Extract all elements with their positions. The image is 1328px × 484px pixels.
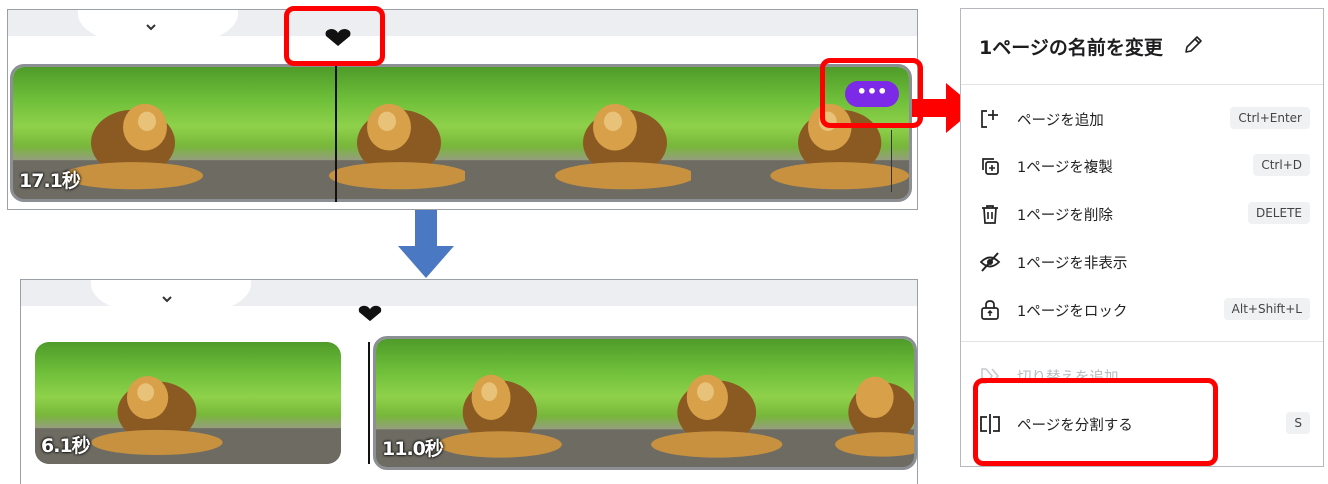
add-page-icon [981, 110, 998, 128]
duration-label: 11.0秒 [382, 438, 444, 460]
shortcut-badge: Ctrl+Enter [1230, 107, 1310, 129]
timeline-before: 17.1秒 ••• [7, 9, 918, 210]
highlight-more-button [820, 58, 923, 128]
video-frame [465, 67, 691, 199]
grass-thumbnail-icon [247, 428, 341, 464]
duplicate-icon [982, 158, 999, 175]
video-frame [788, 339, 914, 467]
menu-item-duplicate-page[interactable]: 1ページを複製 Ctrl+D [961, 145, 1323, 185]
pencil-icon[interactable] [1183, 35, 1203, 55]
menu-item-label: 1ページをロック [1017, 304, 1128, 320]
video-frame [576, 339, 788, 467]
lion-thumbnail-icon [465, 103, 691, 199]
shortcut-badge: Alt+Shift+L [1223, 298, 1310, 320]
playhead-marker-icon[interactable] [357, 304, 383, 322]
shortcut-badge: S [1286, 412, 1310, 434]
playhead-line[interactable] [335, 64, 337, 202]
menu-item-label: 1ページを非表示 [1017, 256, 1128, 272]
lion-thumbnail-icon [788, 376, 914, 467]
page-strip-1[interactable]: 6.1秒 [35, 342, 341, 464]
playhead-line[interactable] [368, 342, 370, 464]
menu-item-label: 1ページを削除 [1017, 208, 1113, 224]
duration-label: 6.1秒 [41, 435, 91, 457]
video-frame [247, 342, 341, 464]
shortcut-badge: Ctrl+D [1253, 154, 1310, 176]
menu-divider [961, 84, 1323, 85]
video-frame [239, 67, 465, 199]
timeline-after: 6.1秒 11.0秒 [20, 279, 918, 484]
page-strip-1[interactable]: 17.1秒 ••• [10, 64, 912, 202]
chevron-down-icon[interactable] [146, 22, 156, 32]
menu-divider [961, 341, 1323, 342]
lion-thumbnail-icon [239, 103, 465, 199]
highlight-split-item [973, 378, 1218, 466]
rename-page-title[interactable]: 1ページの名前を変更 [979, 33, 1163, 60]
menu-item-add-page[interactable]: ページを追加 Ctrl+Enter [961, 98, 1323, 138]
highlight-playhead [284, 6, 385, 66]
duration-label: 17.1秒 [19, 170, 81, 192]
menu-item-label: 1ページを複製 [1017, 160, 1113, 176]
menu-item-hide-page[interactable]: 1ページを非表示 [961, 241, 1323, 281]
page-strip-2[interactable]: 11.0秒 [373, 336, 917, 470]
lock-icon [981, 300, 999, 320]
chevron-down-icon[interactable] [162, 294, 172, 304]
menu-item-label: ページを追加 [1017, 113, 1104, 129]
strip-end-marker [891, 130, 892, 192]
shortcut-badge: DELETE [1247, 202, 1310, 224]
menu-item-lock-page[interactable]: 1ページをロック Alt+Shift+L [961, 289, 1323, 329]
eye-off-icon [979, 252, 1001, 272]
trash-icon [982, 205, 998, 224]
lion-thumbnail-icon [576, 374, 788, 467]
arrow-down-icon [398, 210, 454, 278]
menu-item-delete-page[interactable]: 1ページを削除 DELETE [961, 193, 1323, 233]
